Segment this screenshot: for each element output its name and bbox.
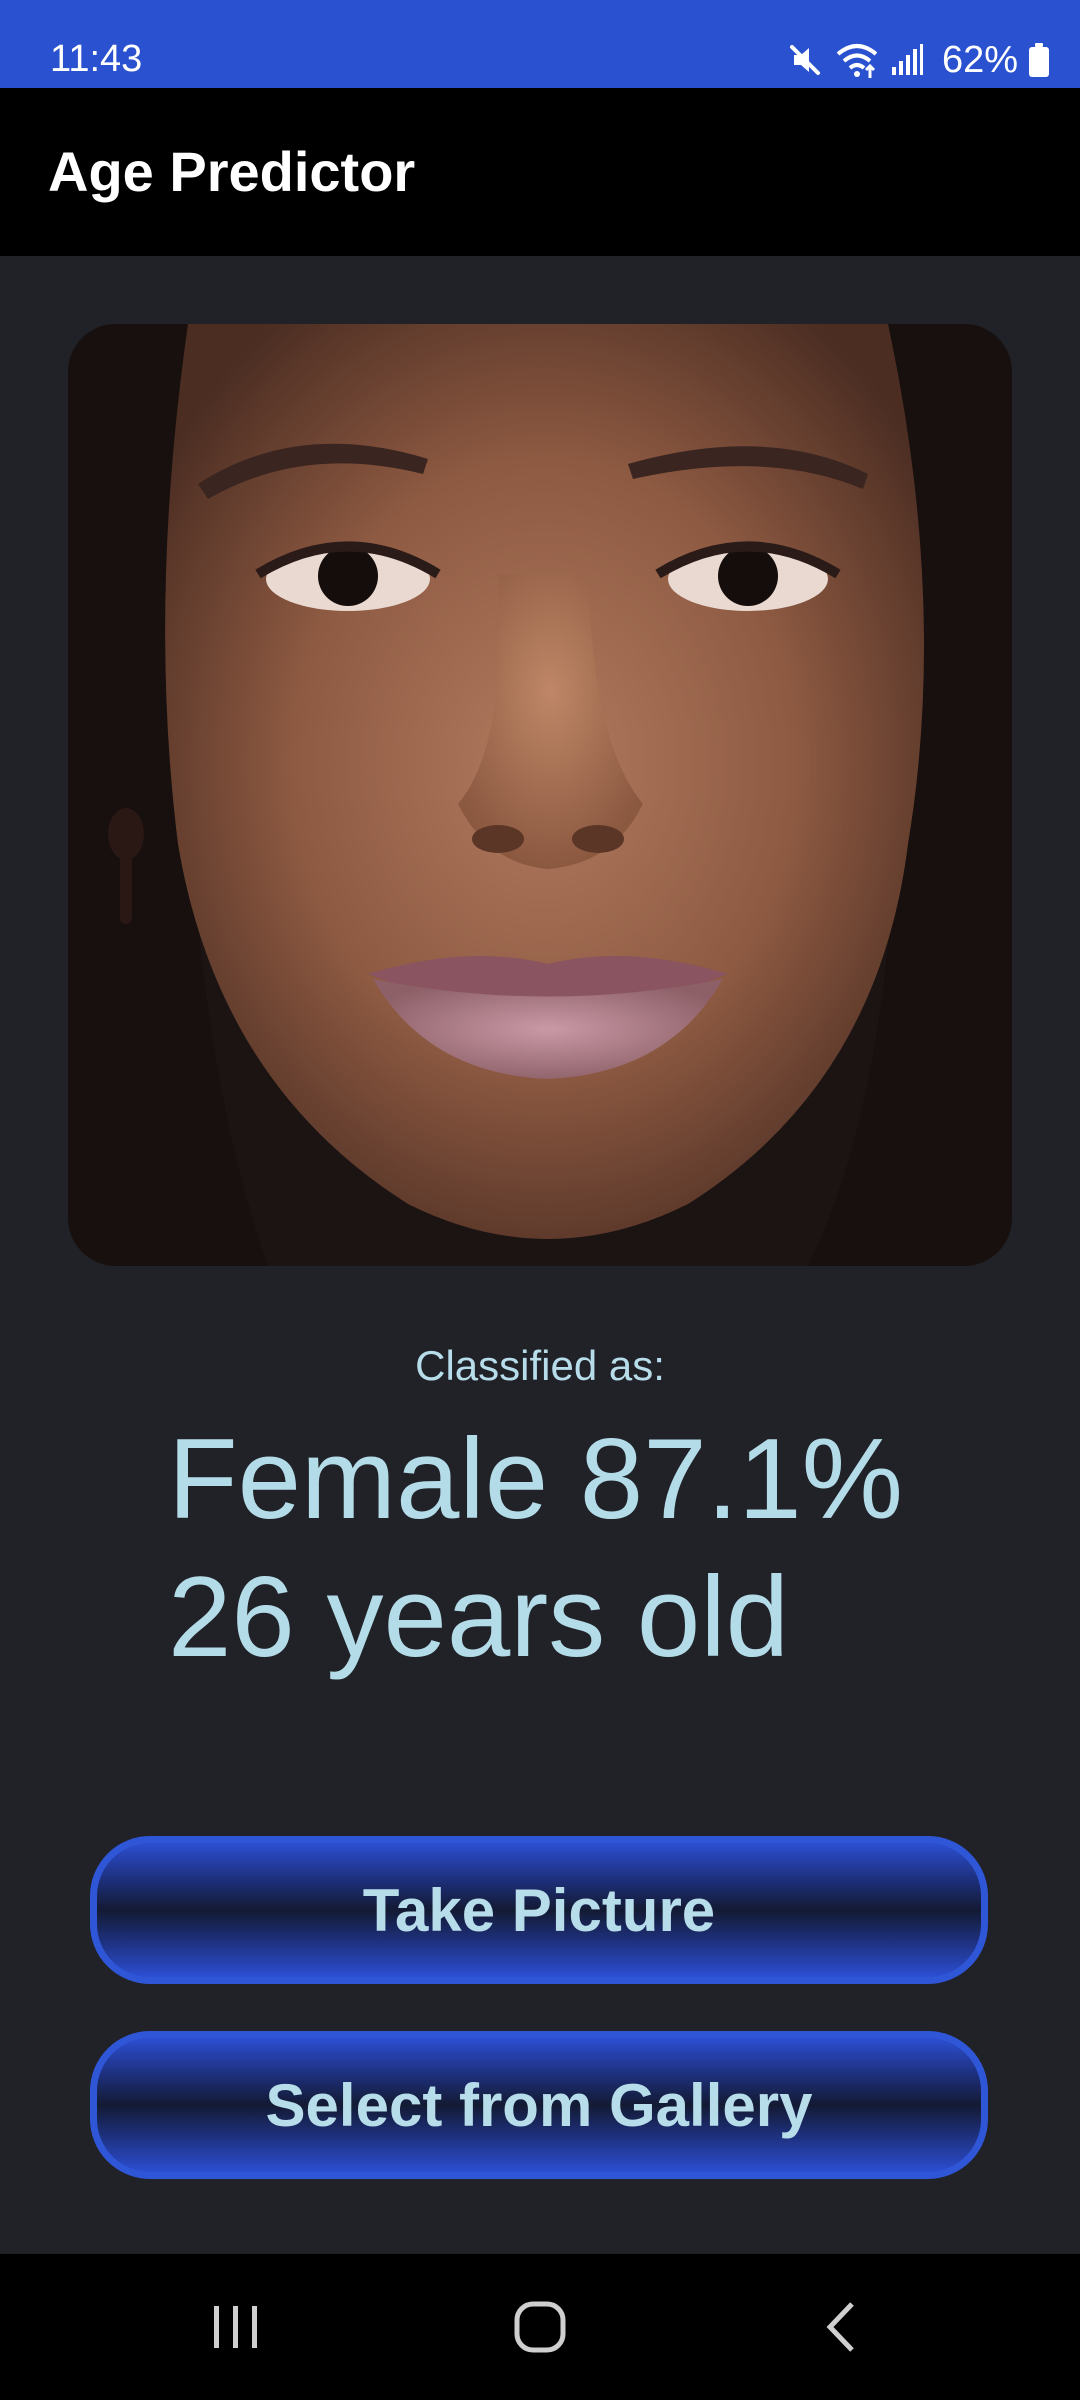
home-icon xyxy=(514,2301,566,2353)
face-photo xyxy=(68,324,1012,1266)
select-from-gallery-label: Select from Gallery xyxy=(265,2071,813,2139)
status-bar: 11:43 62% xyxy=(0,0,1080,88)
select-from-gallery-button[interactable]: Select from Gallery xyxy=(90,2031,988,2179)
take-picture-button[interactable]: Take Picture xyxy=(90,1836,988,1984)
classified-label: Classified as: xyxy=(415,1342,665,1389)
wifi-icon xyxy=(836,44,878,78)
back-button[interactable] xyxy=(790,2282,890,2372)
signal-icon xyxy=(891,44,923,75)
recents-button[interactable] xyxy=(186,2282,286,2372)
battery-percentage: 62% xyxy=(941,39,1018,81)
app-bar: Age Predictor xyxy=(0,88,1080,256)
back-icon xyxy=(826,2302,854,2352)
status-time: 11:43 xyxy=(50,38,143,80)
battery-icon xyxy=(1029,43,1049,77)
gender-result: Female 87.1% xyxy=(168,1416,904,1543)
mute-icon xyxy=(789,45,820,75)
recents-icon xyxy=(214,2306,257,2348)
take-picture-label: Take Picture xyxy=(362,1876,716,1944)
app-title: Age Predictor xyxy=(48,140,416,203)
age-result: 26 years old xyxy=(168,1554,790,1681)
home-button[interactable] xyxy=(490,2282,590,2372)
status-icons: 62% xyxy=(786,36,1050,84)
system-navigation-bar xyxy=(0,2254,1080,2400)
